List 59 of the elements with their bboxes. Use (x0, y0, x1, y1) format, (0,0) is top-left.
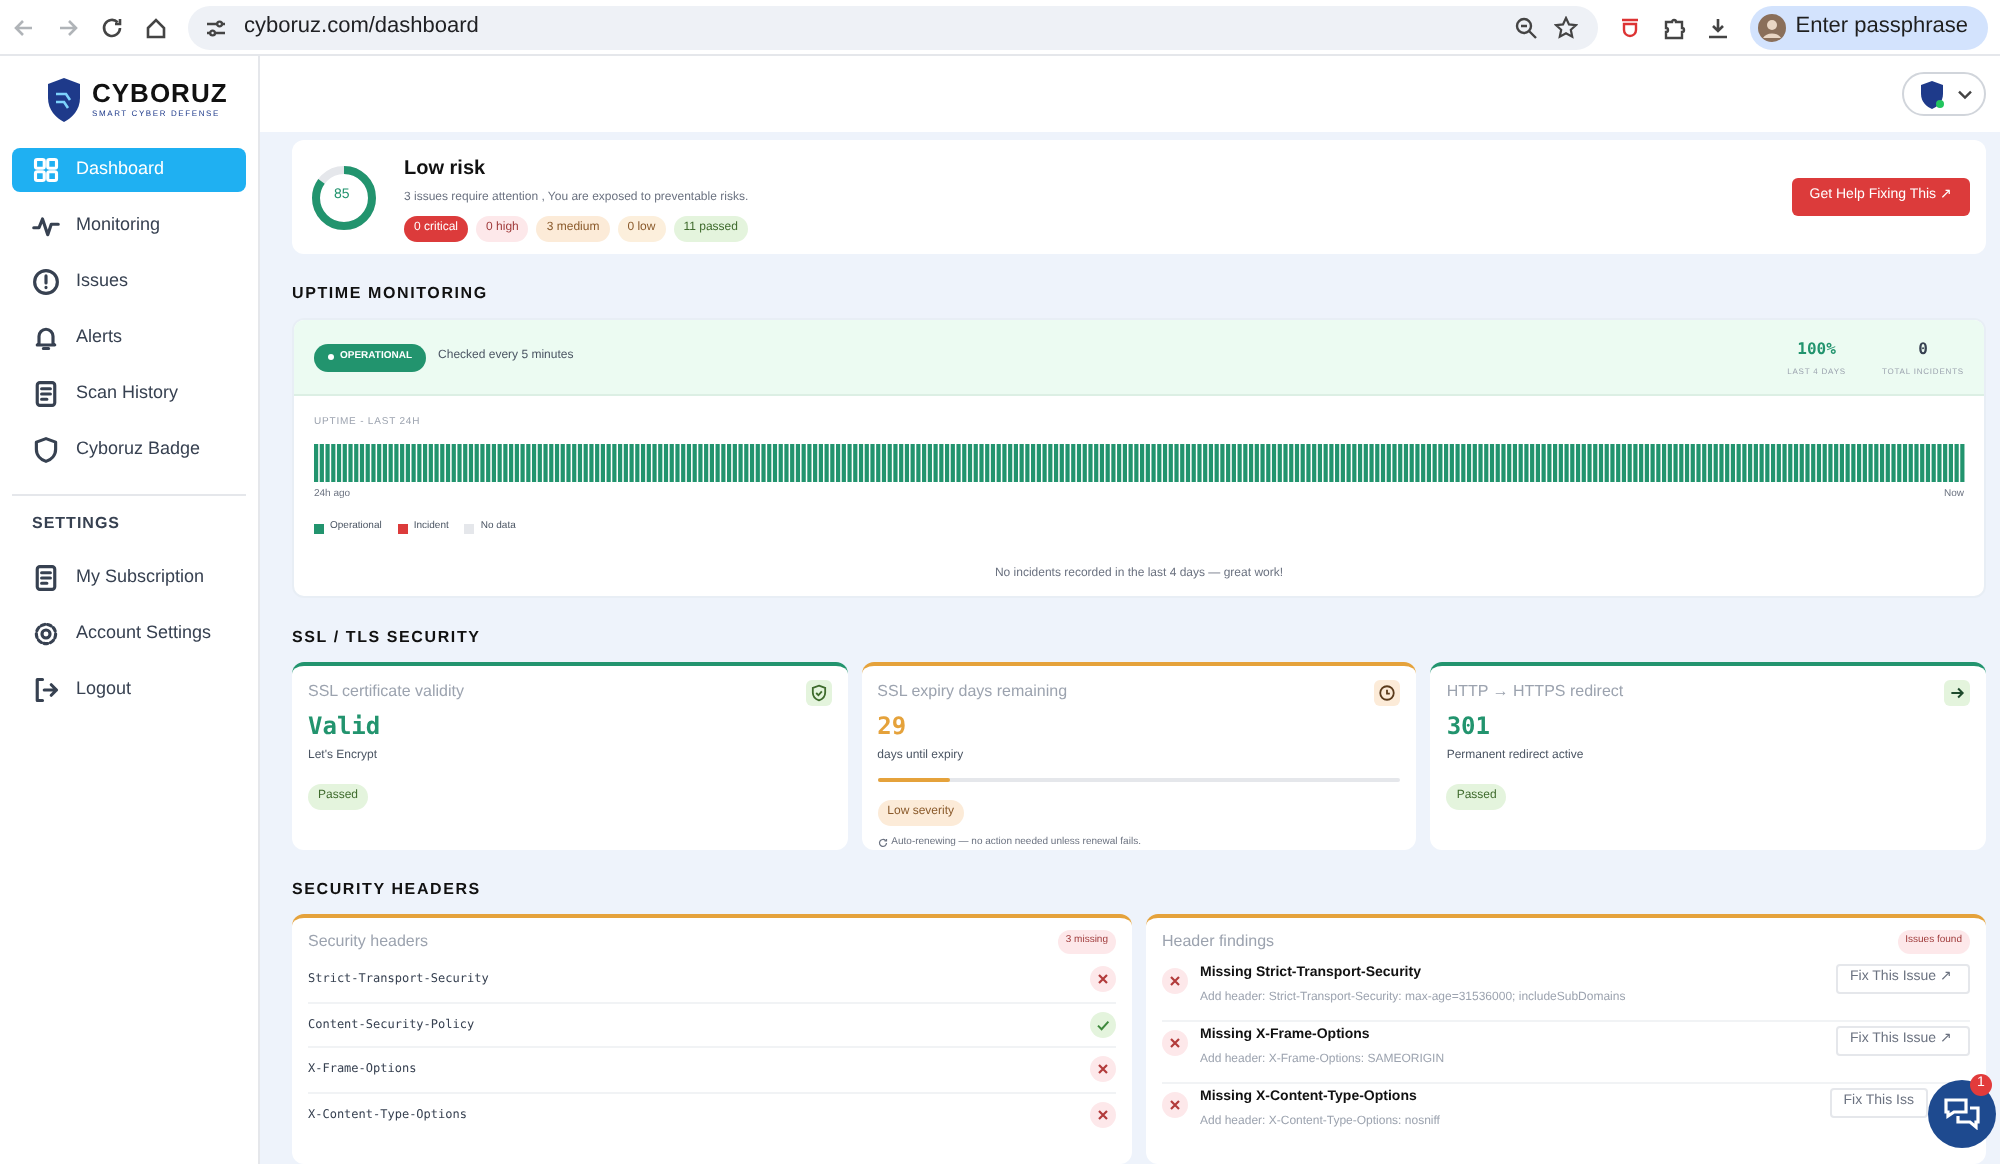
nav-item[interactable]: Logout (12, 668, 246, 712)
logout-icon (32, 676, 60, 704)
shield-icon (32, 436, 60, 464)
card-title: SSL certificate validity (308, 680, 464, 704)
card-value: 29 (877, 710, 909, 744)
puzzle-icon[interactable] (1661, 15, 1686, 39)
card-title: SSL expiry days remaining (877, 680, 1068, 704)
refresh-icon (877, 838, 888, 849)
card-title: Header findings (1162, 930, 1275, 954)
card-title: Security headers (308, 930, 429, 954)
nav-item[interactable]: Account Settings (12, 612, 246, 656)
chevron-down-icon (1957, 89, 1971, 99)
logo-text: CYBORUZ (92, 80, 228, 108)
profile-button[interactable]: Enter passphrase (1749, 5, 1988, 49)
shield-check-icon (805, 680, 832, 706)
avatar-icon (1757, 13, 1786, 41)
card-value: 301 (1446, 710, 1493, 744)
section-heading: UPTIME MONITORING (292, 282, 490, 307)
cross-icon (1162, 968, 1188, 994)
nav-item[interactable]: Monitoring (12, 204, 246, 248)
reload-icon[interactable] (100, 15, 124, 39)
nav-item[interactable]: My Subscription (12, 556, 246, 600)
download-icon[interactable] (1705, 15, 1730, 39)
pulse-icon (32, 212, 60, 240)
account-menu-button[interactable] (1902, 72, 1986, 116)
star-icon[interactable] (1553, 15, 1578, 39)
stat-value: 0 (1918, 337, 1928, 362)
document-icon (32, 564, 60, 592)
zoom-icon[interactable] (1513, 15, 1538, 39)
card-value: Valid (308, 710, 383, 744)
nav-item[interactable]: Issues (12, 260, 246, 304)
nav-item[interactable]: Scan History (12, 372, 246, 416)
section-heading: SECURITY HEADERS (292, 878, 483, 902)
stat-value: 100% (1797, 337, 1836, 362)
settings-icon (32, 620, 60, 648)
grid-icon (32, 156, 60, 184)
arrow-right-icon (1943, 680, 1970, 706)
chat-icon (1944, 1098, 1980, 1130)
status-dot-icon (328, 354, 334, 361)
alert-icon (32, 268, 60, 296)
document-icon (32, 380, 60, 408)
nav-item[interactable]: Cyboruz Badge (12, 428, 246, 472)
risk-title: Low risk (404, 155, 488, 184)
address-bar[interactable]: cyboruz.com/dashboard (188, 5, 1598, 49)
section-label: SETTINGS (30, 512, 123, 536)
card-title: HTTP → HTTPS redirect (1446, 680, 1624, 704)
bell-icon (32, 324, 60, 352)
home-icon[interactable] (144, 15, 168, 39)
profile-label: Enter passphrase (1795, 12, 1968, 43)
shield-avatar-icon (1917, 79, 1945, 109)
site-info-icon[interactable] (204, 15, 228, 39)
section-heading: SSL / TLS SECURITY (292, 626, 483, 650)
nav-item[interactable]: Alerts (12, 316, 246, 360)
shield-logo-icon (44, 76, 84, 124)
url-text: cyboruz.com/dashboard (244, 12, 481, 43)
clock-icon (1374, 680, 1401, 706)
cross-icon (1162, 1092, 1188, 1118)
extension-icon[interactable] (1617, 15, 1642, 39)
cross-icon (1162, 1030, 1188, 1056)
